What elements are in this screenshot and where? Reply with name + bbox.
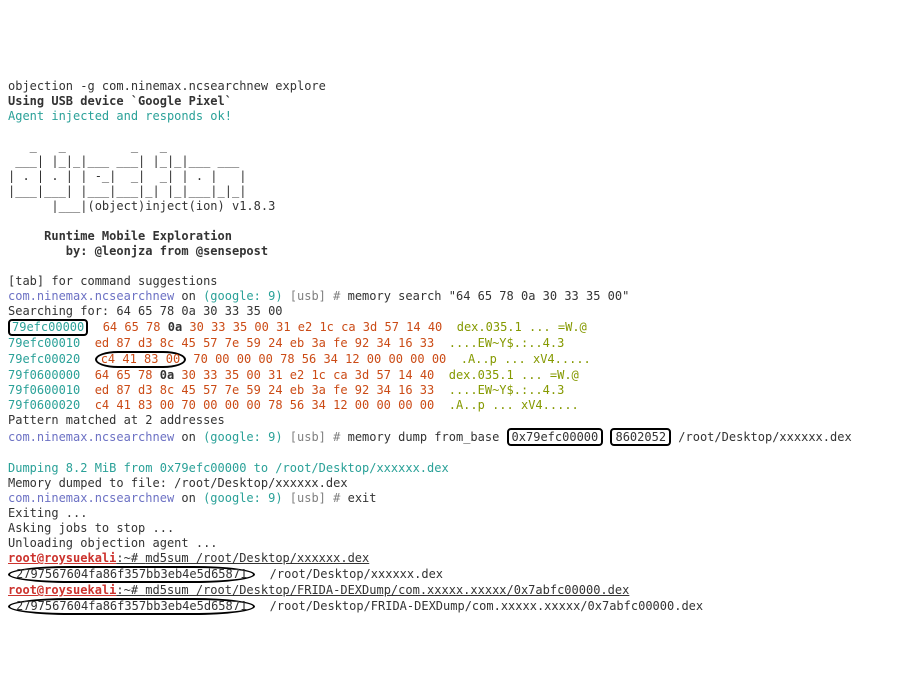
ascii-art-2: | . | . | | -_| _| _| | . | | — [8, 169, 246, 183]
prompt-line-1[interactable]: com.ninemax.ncsearchnew on (google: 9) [… — [8, 289, 629, 303]
shell-user-host: root@roysuekali — [8, 551, 116, 565]
md5-output-2: 2797567604fa86f357bb3eb4e5d65871 /root/D… — [8, 599, 703, 613]
dump-base-addr: 0x79efc00000 — [507, 428, 604, 446]
memory-dumped-msg: Memory dumped to file: /root/Desktop/xxx… — [8, 476, 348, 490]
usb-device-line: Using USB device `Google Pixel` — [8, 94, 232, 108]
unloading-msg: Unloading objection agent ... — [8, 536, 218, 550]
byline: by: @leonjza from @sensepost — [8, 244, 268, 258]
dump-dest-path: /root/Desktop/xxxxxx.dex — [671, 430, 852, 444]
ascii-art-1: ___| |_|_|___ ___| |_|_|___ ___ — [8, 154, 239, 168]
hex-addr: 79efc00010 — [8, 336, 80, 350]
hex-row: 79f0600000 64 65 78 0a 30 33 35 00 31 e2… — [8, 368, 579, 382]
hex-addr: 79efc00000 — [8, 319, 88, 336]
cmd-md5sum-1: md5sum /root/Desktop/xxxxxx.dex — [145, 551, 369, 565]
hex-addr: 79efc00020 — [8, 352, 80, 366]
md5-hash-2: 2797567604fa86f357bb3eb4e5d65871 — [8, 598, 255, 615]
device-label: (google: 9) — [203, 289, 282, 303]
usb-label: [usb] # — [283, 289, 348, 303]
ascii-art-0: _ _ _ _ — [8, 139, 167, 153]
pattern-matched: Pattern matched at 2 addresses — [8, 413, 225, 427]
dumping-msg: Dumping 8.2 MiB from 0x79efc00000 to /ro… — [8, 461, 449, 475]
prompt-line-2[interactable]: com.ninemax.ncsearchnew on (google: 9) [… — [8, 430, 852, 444]
hex-row: 79efc00010 ed 87 d3 8c 45 57 7e 59 24 eb… — [8, 336, 564, 350]
hex-addr: 79f0600020 — [8, 398, 80, 412]
ascii-art-3: |___|___| |___|___|_| |_|___|_|_| — [8, 184, 246, 198]
searching-for: Searching for: 64 65 78 0a 30 33 35 00 — [8, 304, 283, 318]
hex-row: 79f0600020 c4 41 83 00 70 00 00 00 78 56… — [8, 398, 579, 412]
shell-prompt-2[interactable]: root@roysuekali:~# md5sum /root/Desktop/… — [8, 583, 629, 597]
hex-addr: 79f0600010 — [8, 383, 80, 397]
dump-size: 8602052 — [610, 428, 671, 446]
tab-hint: [tab] for command suggestions — [8, 274, 218, 288]
hex-row: 79f0600010 ed 87 d3 8c 45 57 7e 59 24 eb… — [8, 383, 564, 397]
hex-row: 79efc00020 c4 41 83 00 70 00 00 00 78 56… — [8, 352, 591, 366]
exiting-msg: Exiting ... — [8, 506, 87, 520]
app-pkg: com.ninemax.ncsearchnew — [8, 289, 174, 303]
runtime-title: Runtime Mobile Exploration — [8, 229, 232, 243]
asking-jobs-msg: Asking jobs to stop ... — [8, 521, 174, 535]
cmd-md5sum-2: md5sum /root/Desktop/FRIDA-DEXDump/com.x… — [145, 583, 629, 597]
ascii-art-4: |___|(object)inject(ion) v1.8.3 — [8, 199, 275, 213]
hex-row: 79efc00000 64 65 78 0a 30 33 35 00 31 e2… — [8, 320, 587, 334]
cmd-memory-search: memory search "64 65 78 0a 30 33 35 00" — [348, 289, 630, 303]
cmd-memory-dump: memory dump from_base — [348, 430, 507, 444]
prompt-line-3[interactable]: com.ninemax.ncsearchnew on (google: 9) [… — [8, 491, 377, 505]
md5-output-1: 2797567604fa86f357bb3eb4e5d65871 /root/D… — [8, 567, 443, 581]
cmd-exit: exit — [348, 491, 377, 505]
agent-ok-line: Agent injected and responds ok! — [8, 109, 232, 123]
md5-hash-1: 2797567604fa86f357bb3eb4e5d65871 — [8, 566, 255, 583]
cmd-invocation: objection -g com.ninemax.ncsearchnew exp… — [8, 79, 326, 93]
hex-addr: 79f0600000 — [8, 368, 80, 382]
hex-size-bytes: c4 41 83 00 — [95, 351, 186, 368]
terminal-output: objection -g com.ninemax.ncsearchnew exp… — [8, 64, 916, 615]
shell-prompt-1[interactable]: root@roysuekali:~# md5sum /root/Desktop/… — [8, 551, 369, 565]
